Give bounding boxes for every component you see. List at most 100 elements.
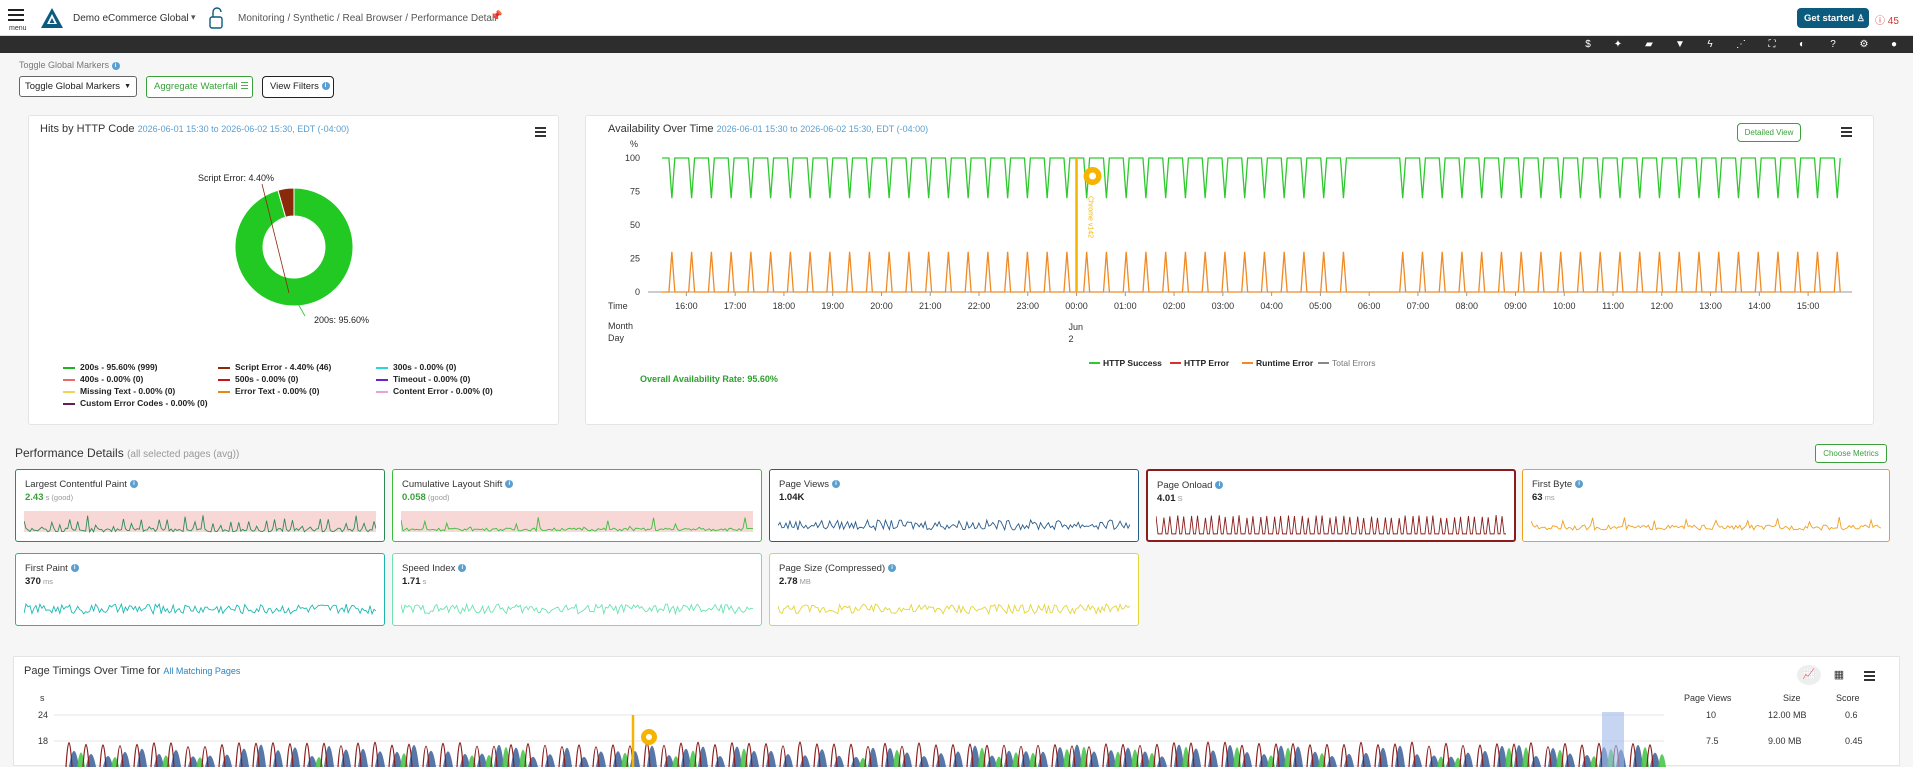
pin-icon[interactable]: 📌 xyxy=(490,11,502,22)
legend-item[interactable]: 200s - 95.60% (999) xyxy=(63,362,158,372)
metric-sparkline xyxy=(1531,517,1881,531)
info-icon[interactable]: i xyxy=(111,61,120,70)
breadcrumb[interactable]: Monitoring / Synthetic / Real Browser / … xyxy=(238,13,496,24)
timing-peak xyxy=(715,755,725,767)
svg-text:Runtime Error: Runtime Error xyxy=(1256,358,1314,368)
get-started-button[interactable]: Get started ♙ xyxy=(1797,8,1869,28)
http-code-panel: Hits by HTTP Code 2026-06-01 15:30 to 20… xyxy=(28,115,559,425)
x-tick-label: 02:00 xyxy=(1163,301,1186,311)
metric-card-cumulative-layout-shift[interactable]: Cumulative Layout Shift i 0.058 (good) xyxy=(392,469,762,542)
legend-item[interactable]: 400s - 0.00% (0) xyxy=(63,374,143,384)
timing-peak xyxy=(205,755,215,767)
info-icon[interactable]: i xyxy=(888,564,897,573)
legend-label: Timeout - 0.00% (0) xyxy=(393,374,471,384)
info-icon[interactable]: i xyxy=(1575,480,1584,489)
x-tick-label: 01:00 xyxy=(1114,301,1137,311)
metric-card-speed-index[interactable]: Speed Index i 1.71 s xyxy=(392,553,762,626)
metric-title: Page Onload i xyxy=(1157,480,1224,491)
metric-card-largest-contentful-paint[interactable]: Largest Contentful Paint i 2.43 s (good) xyxy=(15,469,385,542)
timing-peak xyxy=(1565,753,1575,767)
view-filters-button[interactable]: View Filters i xyxy=(262,76,334,98)
timing-peak xyxy=(783,754,793,767)
legend-item[interactable]: Missing Text - 0.00% (0) xyxy=(63,386,175,396)
info-icon[interactable]: i xyxy=(505,480,514,489)
bolt-icon[interactable]: ϟ xyxy=(1703,38,1717,51)
availability-line-chart: % 100 75 50 25 0 16:00 17:00 18:00 19:00 20:00 21:0… xyxy=(608,139,1852,368)
global-markers-select[interactable]: Toggle Global Markers ▼ xyxy=(19,76,137,97)
availability-legend-item[interactable]: HTTP Error xyxy=(1170,358,1230,368)
timing-peak xyxy=(1412,754,1422,767)
metric-value: 370 ms xyxy=(25,576,53,587)
metric-card-page-size-compressed[interactable]: Page Size (Compressed) i 2.78 MB xyxy=(769,553,1139,626)
availability-legend-item[interactable]: Total Errors xyxy=(1318,358,1375,368)
metric-value: 0.058 (good) xyxy=(402,492,450,503)
metric-sparkline xyxy=(778,518,1130,532)
comment-icon[interactable]: ▰ xyxy=(1642,38,1656,51)
sparkline-series xyxy=(401,602,753,616)
metric-title: Largest Contentful Paint i xyxy=(25,479,138,490)
info-icon[interactable]: i xyxy=(458,564,467,573)
legend-item[interactable]: Error Text - 0.00% (0) xyxy=(218,386,319,396)
metric-title: Page Views i xyxy=(779,479,840,490)
choose-metrics-button[interactable]: Choose Metrics xyxy=(1815,444,1887,463)
x-tick-label: 14:00 xyxy=(1748,301,1771,311)
x-tick-label: 07:00 xyxy=(1407,301,1430,311)
legend-item[interactable]: Custom Error Codes - 0.00% (0) xyxy=(63,398,208,408)
legend-swatch xyxy=(63,378,75,381)
http-donut-chart: Script Error: 4.40% 200s: 95.60% xyxy=(198,173,369,325)
metric-title: Cumulative Layout Shift i xyxy=(402,479,514,490)
availability-legend-item[interactable]: Runtime Error xyxy=(1242,358,1314,368)
menu-icon[interactable] xyxy=(8,9,24,24)
unlock-icon[interactable] xyxy=(207,6,225,30)
legend-swatch xyxy=(63,366,75,369)
app-logo-icon[interactable] xyxy=(40,7,64,29)
timing-peak xyxy=(834,755,844,767)
legend-swatch xyxy=(218,378,230,381)
dollar-icon[interactable]: $ xyxy=(1581,38,1595,51)
legend-item[interactable]: 500s - 0.00% (0) xyxy=(218,374,298,384)
legend-item[interactable]: Content Error - 0.00% (0) xyxy=(376,386,493,396)
app-switcher-caret-icon[interactable]: ▾ xyxy=(191,12,196,23)
legend-item[interactable]: 300s - 0.00% (0) xyxy=(376,362,456,372)
timing-peak xyxy=(1361,752,1371,767)
y-unit-label: s xyxy=(40,693,45,703)
timing-peak xyxy=(800,755,810,767)
legend-label: 400s - 0.00% (0) xyxy=(80,374,144,384)
legend-item[interactable]: Script Error - 4.40% (46) xyxy=(218,362,331,372)
info-icon[interactable]: i xyxy=(1215,481,1224,490)
timing-peak xyxy=(1327,755,1337,767)
legend-item[interactable]: Timeout - 0.00% (0) xyxy=(376,374,470,384)
legend-label: Custom Error Codes - 0.00% (0) xyxy=(80,398,208,408)
aggregate-waterfall-button[interactable]: Aggregate Waterfall ☰ xyxy=(146,76,253,98)
info-icon[interactable]: i xyxy=(70,564,79,573)
right-axis-value: 10 xyxy=(1706,710,1716,720)
fullscreen-icon[interactable]: ⛶ xyxy=(1765,38,1779,51)
x-tick-label: 05:00 xyxy=(1309,301,1332,311)
filter-icon[interactable]: ▼ xyxy=(1673,38,1687,51)
user-icon[interactable]: ● xyxy=(1887,38,1901,51)
x-tick-label: 08:00 xyxy=(1455,301,1478,311)
y-tick-label: 0 xyxy=(635,287,640,297)
metric-card-first-paint[interactable]: First Paint i 370 ms xyxy=(15,553,385,626)
alert-count: 45 xyxy=(1887,16,1899,27)
info-icon[interactable]: i xyxy=(832,480,840,489)
metric-title: Page Size (Compressed) i xyxy=(779,563,897,574)
metric-card-page-onload[interactable]: Page Onload i 4.01 S xyxy=(1146,469,1516,542)
x-tick-label: 13:00 xyxy=(1699,301,1722,311)
metric-card-page-views[interactable]: Page Views i 1.04K xyxy=(769,469,1139,542)
availability-legend-item[interactable]: HTTP Success xyxy=(1089,358,1162,368)
legend-label: 500s - 0.00% (0) xyxy=(235,374,299,384)
series-http-success xyxy=(662,157,1841,199)
share-icon[interactable]: ⋰ xyxy=(1734,38,1748,51)
legend-swatch xyxy=(63,402,75,405)
sparkle-icon[interactable]: ✦ xyxy=(1611,38,1625,51)
timing-peak xyxy=(1658,754,1666,767)
x-tick-label: 11:00 xyxy=(1602,301,1624,311)
info-icon[interactable]: i xyxy=(129,480,138,489)
alert-indicator[interactable]: ⓘ 45 xyxy=(1875,12,1899,27)
app-name[interactable]: Demo eCommerce Global xyxy=(73,13,189,24)
contrast-icon[interactable]: ◐ xyxy=(1795,38,1809,51)
settings-icon[interactable]: ⚙ xyxy=(1857,38,1871,51)
help-icon[interactable]: ? xyxy=(1826,38,1840,51)
metric-card-first-byte[interactable]: First Byte i 63 ms xyxy=(1522,469,1890,542)
